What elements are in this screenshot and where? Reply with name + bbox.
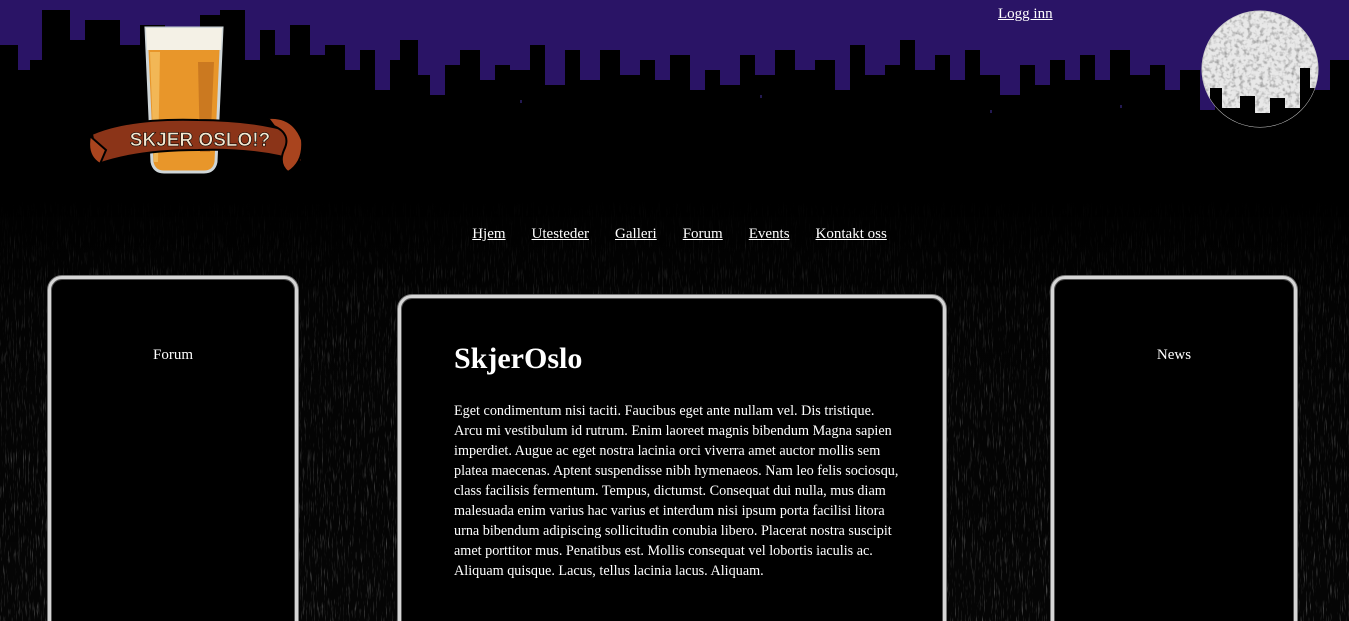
- moon-icon: [1201, 10, 1319, 128]
- nav-item-events[interactable]: Events: [749, 226, 790, 243]
- page: SKJER OSLO!? Logg inn Hjem Utesteder Gal…: [0, 0, 1349, 621]
- nav-item-utesteder[interactable]: Utesteder: [532, 226, 589, 243]
- nav-item-forum[interactable]: Forum: [683, 226, 723, 243]
- main-body-text: Eget condimentum nisi taciti. Faucibus e…: [454, 403, 899, 579]
- news-panel-title: News: [1156, 347, 1192, 363]
- nav-item-kontakt-oss[interactable]: Kontakt oss: [816, 226, 887, 243]
- page-title: SkjerOslo: [454, 342, 583, 375]
- forum-panel-title: Forum: [152, 347, 193, 363]
- news-panel: News: [1051, 276, 1297, 621]
- forum-panel: Forum: [48, 276, 298, 621]
- nav-item-hjem[interactable]: Hjem: [472, 226, 505, 243]
- skjer-oslo-logo[interactable]: SKJER OSLO!?: [88, 22, 306, 182]
- main-navigation: Hjem Utesteder Galleri Forum Events Kont…: [0, 226, 1349, 243]
- logo-text: SKJER OSLO!?: [130, 130, 270, 151]
- nav-item-galleri[interactable]: Galleri: [615, 226, 657, 243]
- login-link[interactable]: Logg inn: [998, 6, 1053, 23]
- main-content-panel: SkjerOslo Eget condimentum nisi taciti. …: [398, 295, 946, 621]
